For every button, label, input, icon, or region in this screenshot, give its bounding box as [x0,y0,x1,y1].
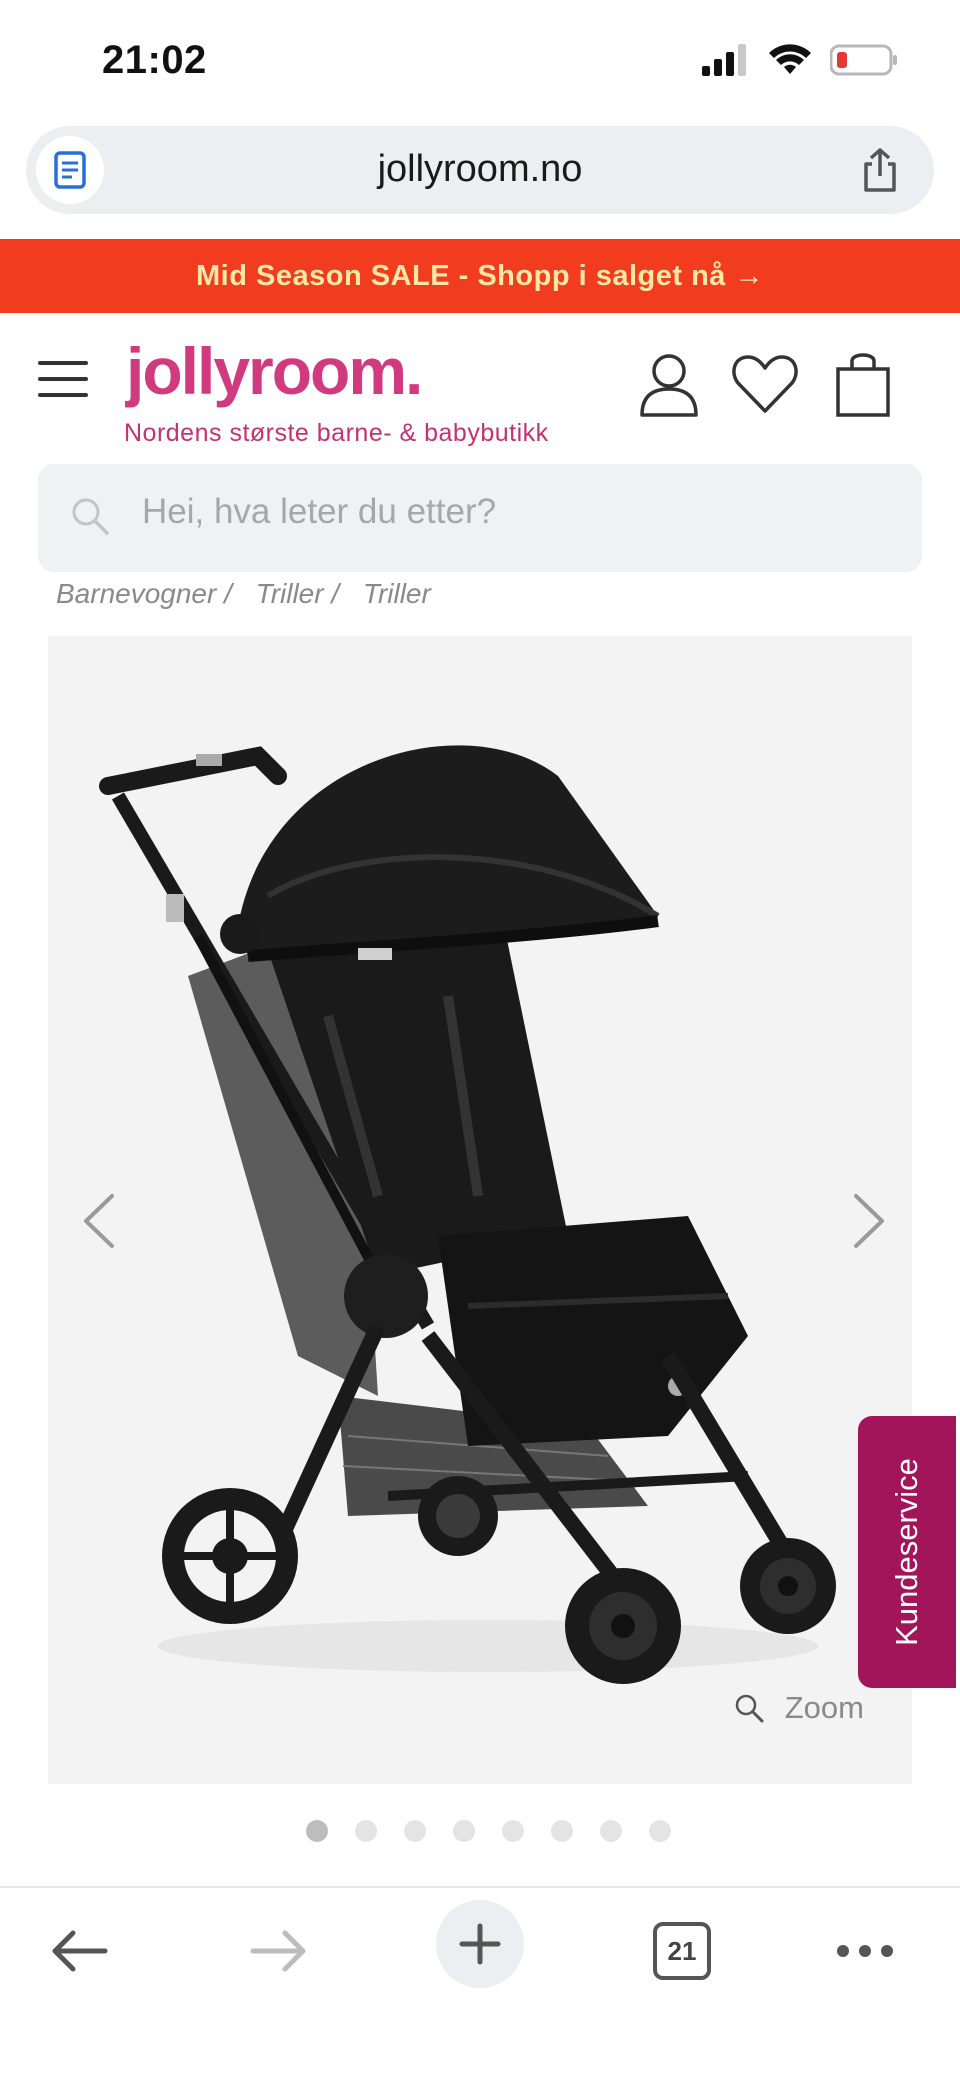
breadcrumb: Barnevogner / Triller / Triller [56,578,447,610]
stroller-product-image[interactable] [48,636,912,1784]
pagination-dot[interactable] [502,1820,524,1842]
cellular-signal-icon [702,44,746,76]
pagination-dot-active[interactable] [306,1820,328,1842]
customer-service-label[interactable]: Kundeservice [889,1458,925,1646]
battery-low-icon [830,44,897,76]
back-button[interactable] [44,1916,114,1986]
promo-text[interactable]: Mid Season SALE - Shopp i salget nå → [196,260,764,293]
pagination-dot[interactable] [551,1820,573,1842]
new-tab-button[interactable] [436,1900,524,1988]
previous-image-arrow-icon[interactable] [68,1176,128,1266]
status-time: 21:02 [102,38,207,82]
image-pagination-dots [306,1820,671,1842]
bag-icon[interactable] [828,349,898,419]
pagination-dot[interactable] [404,1820,426,1842]
status-icons [702,44,898,76]
site-logo[interactable]: jollyroom. [126,333,423,409]
product-image-gallery[interactable]: Zoom [48,636,912,1784]
pagination-dot[interactable] [600,1820,622,1842]
search-icon [72,498,109,535]
pagination-dot[interactable] [355,1820,377,1842]
forward-button[interactable] [244,1916,314,1986]
zoom-button[interactable]: Zoom [733,1690,864,1726]
search-input[interactable] [142,492,882,532]
share-icon[interactable] [856,146,904,194]
site-tagline: Nordens største barne- & babybutikk [124,419,549,447]
zoom-magnifier-icon [735,1694,764,1723]
plus-icon [459,1923,501,1965]
menu-icon[interactable] [38,361,88,397]
status-bar: 21:02 [0,0,960,120]
forward-arrow-icon [250,1930,306,1972]
tabs-button[interactable]: 21 [650,1916,714,1986]
back-arrow-icon [52,1930,108,1972]
account-icon[interactable] [634,349,704,419]
wifi-icon [769,44,811,74]
site-header: jollyroom. Nordens største barne- & baby… [0,313,960,463]
customer-service-tab[interactable]: Kundeservice [858,1416,956,1688]
tab-count-badge: 21 [653,1922,711,1980]
breadcrumb-item[interactable]: Triller / [256,578,339,609]
zoom-label[interactable]: Zoom [785,1690,864,1726]
url-text[interactable]: jollyroom.no [26,148,934,191]
browser-toolbar: 21 [0,1886,960,2078]
more-dots-icon [837,1945,893,1957]
breadcrumb-item[interactable]: Triller [363,578,431,609]
next-image-arrow-icon[interactable] [840,1176,900,1266]
pagination-dot[interactable] [649,1820,671,1842]
search-bar[interactable] [38,464,922,572]
heart-icon[interactable] [730,349,800,419]
more-menu-button[interactable] [830,1916,900,1986]
promo-banner[interactable]: Mid Season SALE - Shopp i salget nå → [0,239,960,313]
address-bar[interactable]: jollyroom.no [26,126,934,214]
breadcrumb-item[interactable]: Barnevogner / [56,578,232,609]
pagination-dot[interactable] [453,1820,475,1842]
